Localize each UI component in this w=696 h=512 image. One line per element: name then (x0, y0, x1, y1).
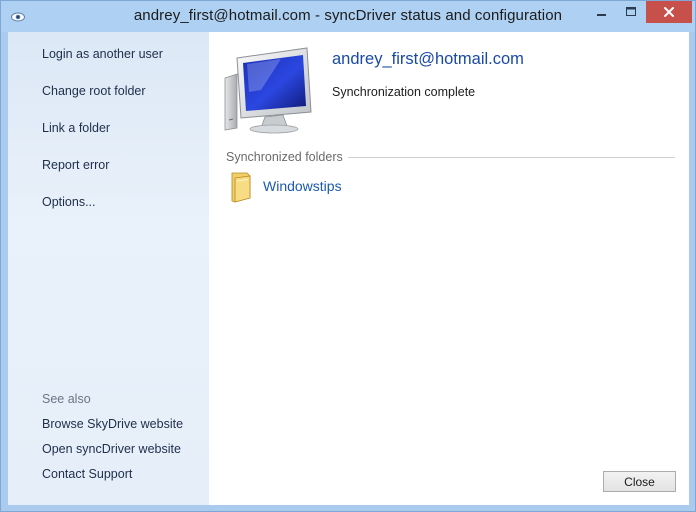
main-panel: andrey_first@hotmail.com Synchronization… (209, 32, 689, 505)
open-syncdriver-website-link[interactable]: Open syncDriver website (42, 442, 181, 456)
close-button[interactable]: Close (603, 471, 676, 492)
account-email: andrey_first@hotmail.com (332, 50, 524, 68)
section-divider (347, 156, 675, 158)
folder-name: Windowstips (263, 178, 342, 194)
maximize-button[interactable] (616, 1, 646, 23)
close-icon (664, 7, 674, 17)
contact-support-link[interactable]: Contact Support (42, 467, 132, 481)
minimize-button[interactable] (588, 1, 616, 23)
minimize-icon (597, 14, 606, 16)
login-another-user-link[interactable]: Login as another user (42, 47, 163, 61)
computer-monitor-icon (221, 46, 317, 134)
sidebar: Login as another user Change root folder… (8, 32, 209, 505)
synchronized-folders-section: Synchronized folders (226, 149, 675, 165)
synchronized-folders-heading: Synchronized folders (226, 150, 343, 164)
change-root-folder-link[interactable]: Change root folder (42, 84, 146, 98)
report-error-link[interactable]: Report error (42, 158, 109, 172)
app-window: andrey_first@hotmail.com - syncDriver st… (0, 0, 696, 512)
title-bar[interactable]: andrey_first@hotmail.com - syncDriver st… (1, 1, 695, 32)
folder-icon (229, 169, 255, 203)
maximize-icon (625, 7, 636, 16)
link-a-folder-link[interactable]: Link a folder (42, 121, 110, 135)
see-also-heading: See also (42, 392, 91, 406)
close-window-button[interactable] (646, 1, 692, 23)
sync-status-text: Synchronization complete (332, 85, 476, 99)
options-link[interactable]: Options... (42, 195, 96, 209)
client-area: Login as another user Change root folder… (8, 32, 689, 505)
browse-skydrive-link[interactable]: Browse SkyDrive website (42, 417, 183, 431)
folder-item-windowstips[interactable]: Windowstips (229, 169, 342, 203)
